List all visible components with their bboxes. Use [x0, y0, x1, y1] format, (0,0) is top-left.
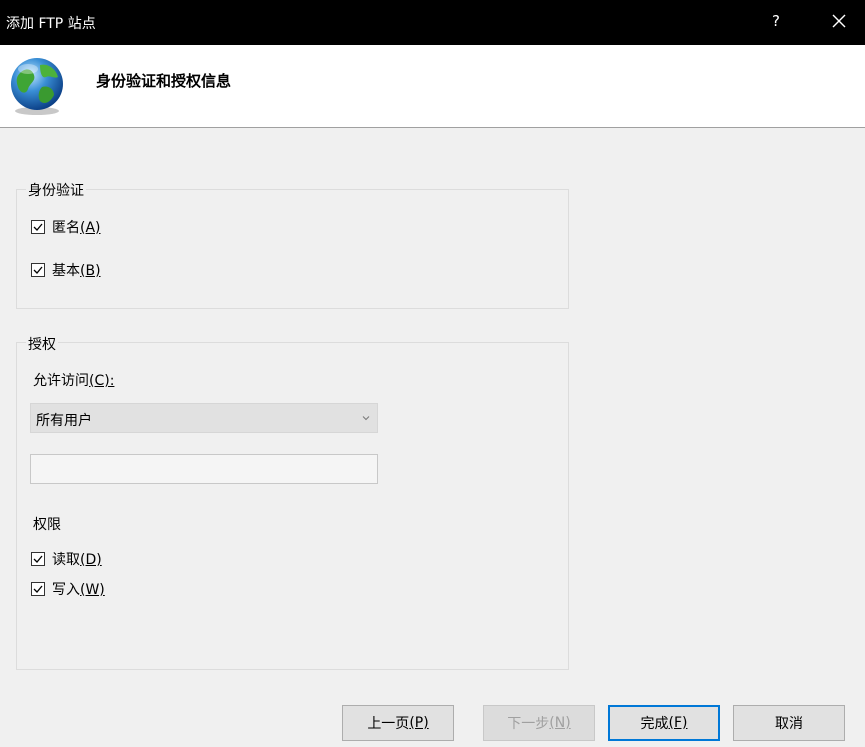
basic-access-key: (B)	[80, 263, 101, 279]
previous-access-key: (P)	[409, 715, 429, 731]
read-access-key: (D)	[80, 552, 102, 568]
cancel-button-text: 取消	[775, 716, 803, 732]
read-checkbox[interactable]: 读取(D)	[31, 549, 102, 569]
anonymous-text: 匿名	[52, 220, 80, 236]
basic-checkbox[interactable]: 基本(B)	[31, 260, 101, 280]
wizard-header: 身份验证和授权信息	[0, 45, 865, 128]
allow-access-key: (C):	[89, 373, 115, 389]
finish-access-key: (F)	[668, 715, 688, 731]
previous-button[interactable]: 上一页 (P)	[342, 705, 454, 741]
anonymous-access-key: (A)	[80, 220, 101, 236]
checkbox-box[interactable]	[31, 552, 45, 566]
authentication-group	[16, 189, 569, 309]
finish-button-text: 完成	[640, 716, 669, 732]
next-button[interactable]: 下一步 (N)	[483, 705, 595, 741]
allow-access-dropdown[interactable]: 所有用户	[30, 403, 378, 433]
read-text: 读取	[52, 552, 80, 568]
next-button-text: 下一步	[507, 716, 550, 732]
authorization-legend: 授权	[26, 334, 58, 354]
globe-icon	[11, 58, 63, 115]
cancel-button[interactable]: 取消	[733, 705, 845, 741]
users-roles-input[interactable]	[30, 454, 378, 484]
authorization-group	[16, 342, 569, 670]
permissions-label: 权限	[33, 517, 61, 533]
previous-button-text: 上一页	[367, 716, 410, 732]
checkbox-box[interactable]	[31, 263, 45, 277]
checkbox-box[interactable]	[31, 220, 45, 234]
title-bar: 添加 FTP 站点 ?	[0, 0, 865, 45]
allow-access-value: 所有用户	[36, 413, 92, 429]
help-button[interactable]: ?	[772, 12, 780, 30]
write-checkbox[interactable]: 写入(W)	[31, 579, 105, 599]
page-heading: 身份验证和授权信息	[96, 72, 232, 90]
next-access-key: (N)	[549, 715, 571, 731]
write-access-key: (W)	[80, 582, 105, 598]
window-title: 添加 FTP 站点	[6, 16, 96, 32]
write-text: 写入	[52, 582, 80, 598]
write-label: 写入(W)	[52, 579, 105, 599]
allow-access-label: 允许访问(C):	[33, 370, 114, 390]
read-label: 读取(D)	[52, 549, 102, 569]
authentication-legend: 身份验证	[26, 180, 86, 200]
basic-label: 基本(B)	[52, 260, 101, 280]
anonymous-checkbox[interactable]: 匿名(A)	[31, 217, 101, 237]
close-icon[interactable]	[826, 8, 852, 34]
chevron-down-icon	[362, 416, 370, 421]
anonymous-label: 匿名(A)	[52, 217, 101, 237]
basic-text: 基本	[52, 263, 80, 279]
allow-access-text: 允许访问	[33, 373, 89, 389]
checkbox-box[interactable]	[31, 582, 45, 596]
finish-button[interactable]: 完成 (F)	[608, 705, 720, 741]
